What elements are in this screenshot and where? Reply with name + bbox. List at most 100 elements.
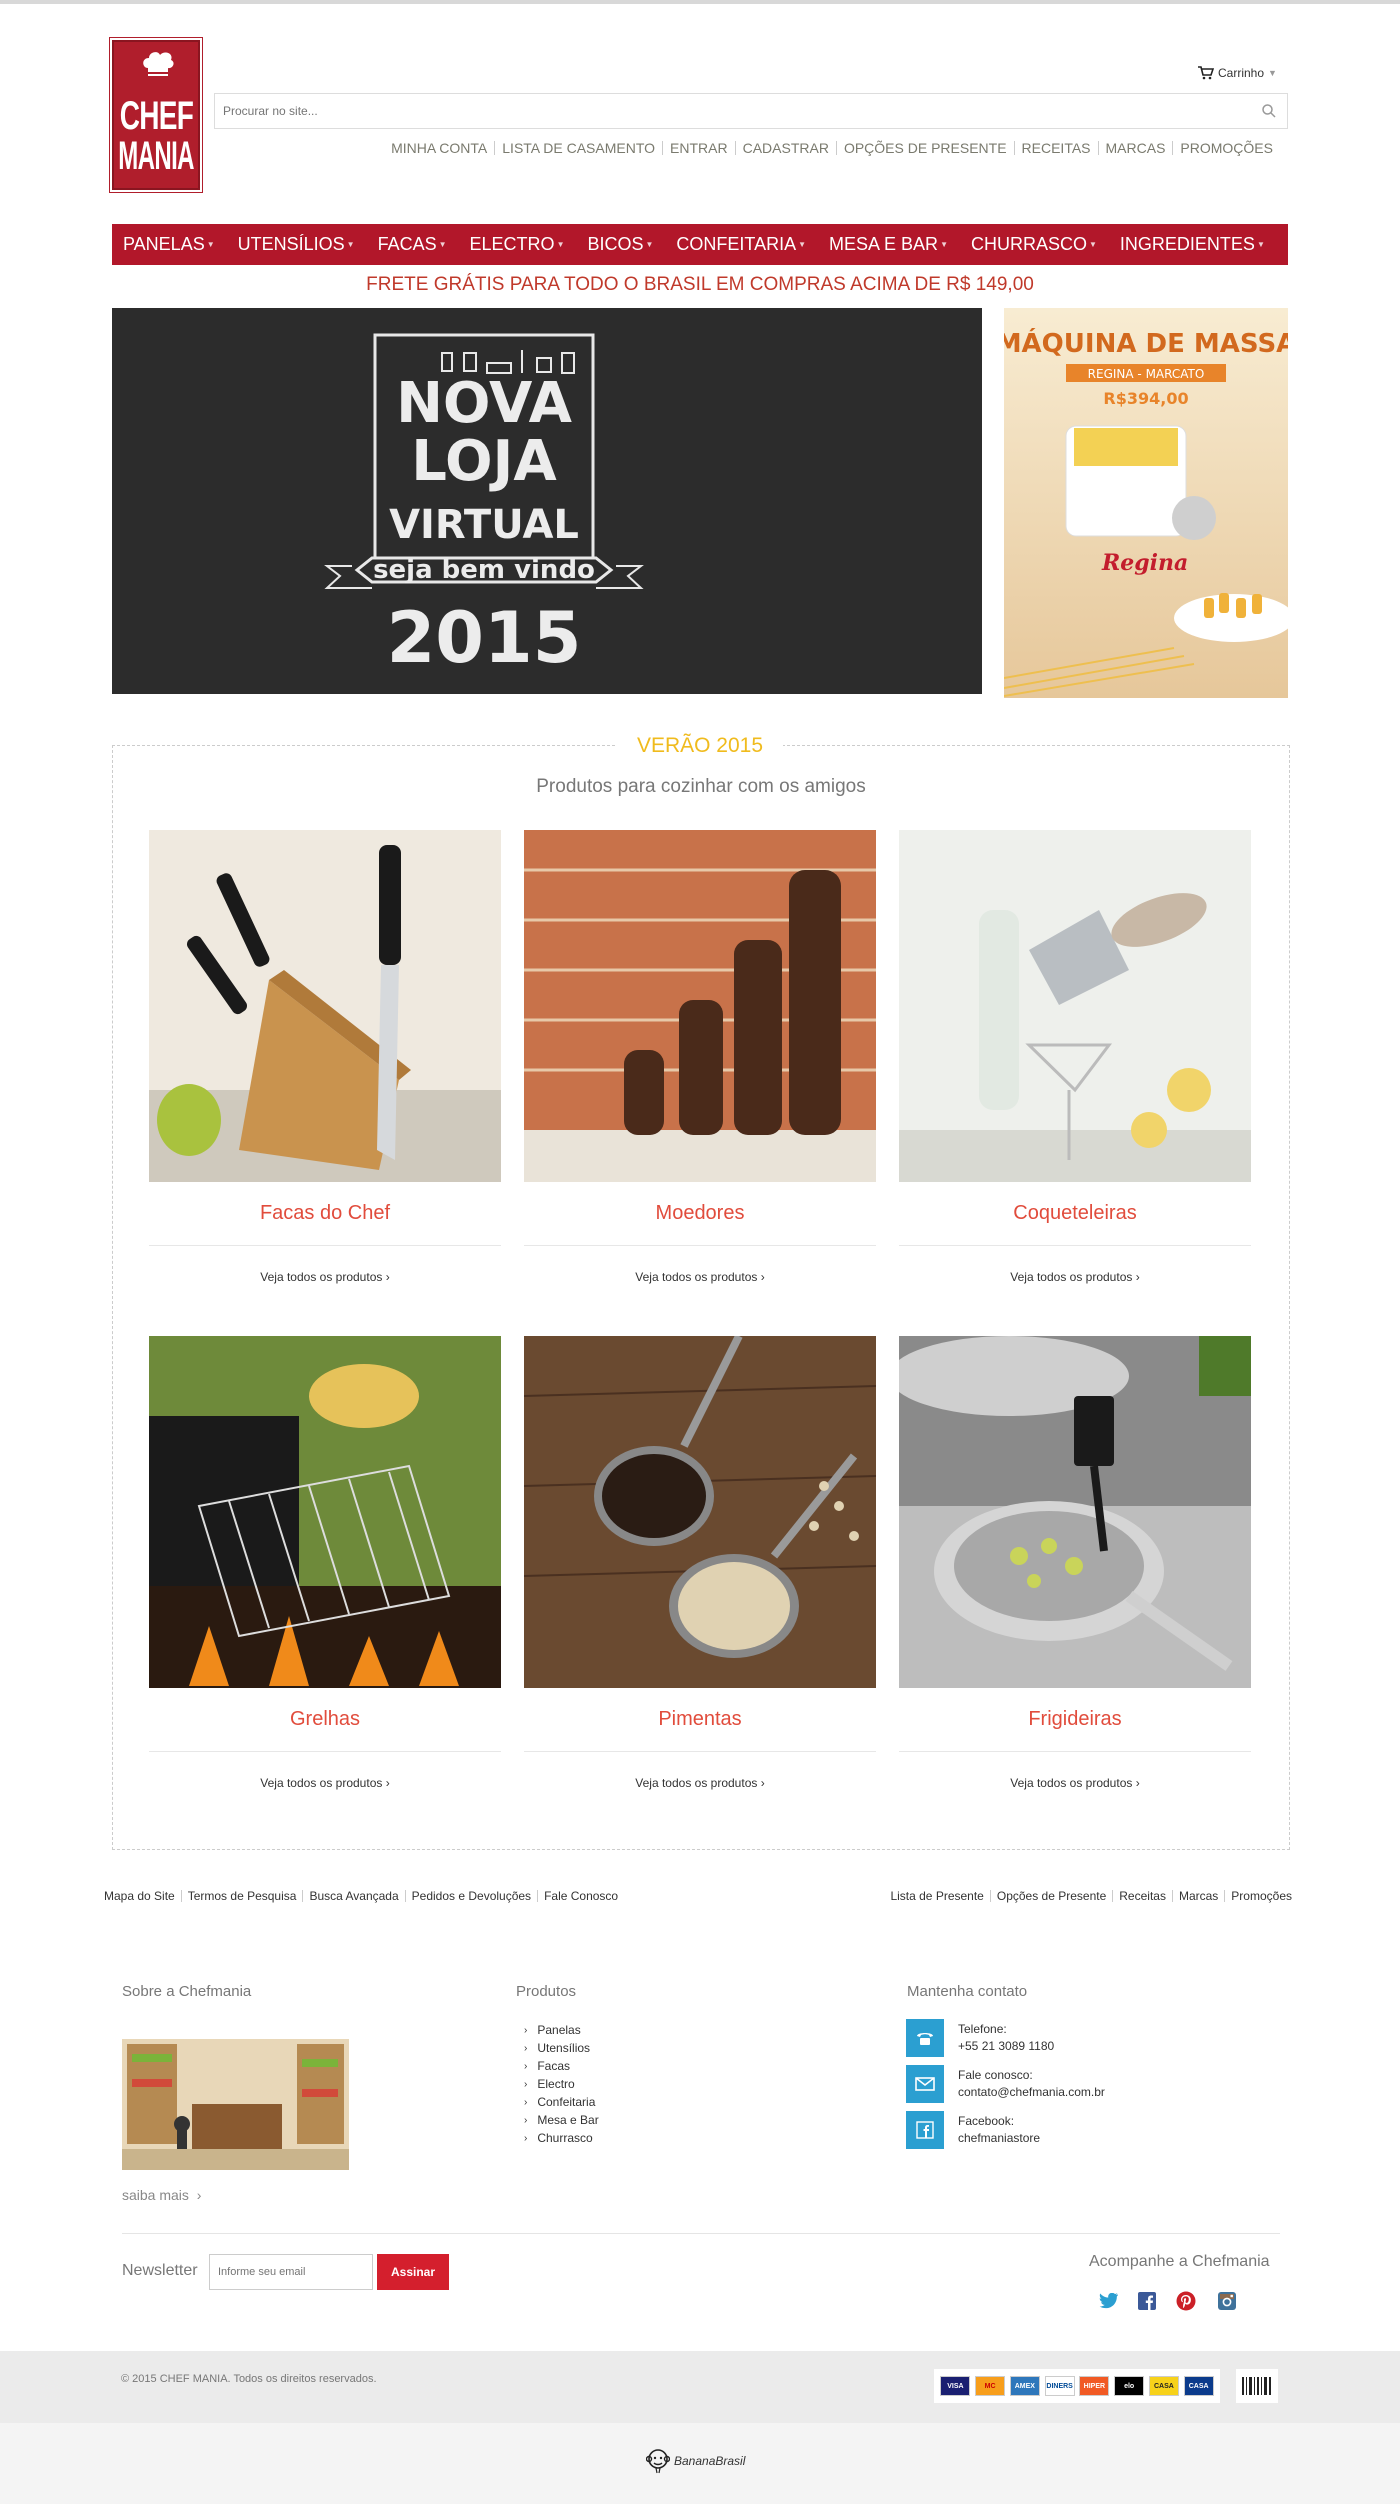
product-name[interactable]: Frigideiras <box>899 1708 1251 1752</box>
list-item[interactable]: › Confeitaria <box>522 2093 599 2111</box>
product-image-moedores[interactable] <box>524 830 876 1182</box>
footer-link-termos-pesquisa[interactable]: Termos de Pesquisa <box>180 1890 303 1902</box>
nav-label: BICOS <box>587 234 644 254</box>
twitter-icon[interactable] <box>1098 2290 1120 2312</box>
product-name[interactable]: Moedores <box>524 1202 876 1246</box>
facebook-icon[interactable] <box>1136 2290 1158 2312</box>
email-label: Fale conosco: <box>958 2068 1033 2082</box>
link-minha-conta[interactable]: MINHA CONTA <box>384 141 494 155</box>
chevron-right-icon: › <box>196 2187 202 2203</box>
see-all-link[interactable]: Veja todos os produtos › <box>899 1776 1251 1790</box>
cart-label: Carrinho <box>1218 66 1265 80</box>
nav-item-confeitaria[interactable]: CONFEITARIA ▼ <box>676 234 806 255</box>
footer-link-fale-conosco[interactable]: Fale Conosco <box>537 1890 624 1902</box>
banner-nova-loja[interactable]: NOVA LOJA VIRTUAL seja bem vindo 2015 <box>112 308 982 694</box>
list-item[interactable]: › Utensílios <box>522 2039 599 2057</box>
product-name[interactable]: Coqueteleiras <box>899 1202 1251 1246</box>
nav-item-electro[interactable]: ELECTRO ▼ <box>470 234 565 255</box>
product-name[interactable]: Grelhas <box>149 1708 501 1752</box>
link-promocoes[interactable]: PROMOÇÕES <box>1172 141 1280 155</box>
nav-item-facas[interactable]: FACAS ▼ <box>378 234 447 255</box>
footer-link-mapa-site[interactable]: Mapa do Site <box>98 1890 181 1902</box>
chevron-down-icon: ▼ <box>645 240 654 249</box>
list-item[interactable]: › Electro <box>522 2075 599 2093</box>
see-all-link[interactable]: Veja todos os produtos › <box>149 1270 501 1284</box>
chevron-down-icon: ▼ <box>206 240 215 249</box>
search-icon[interactable] <box>1261 103 1277 119</box>
nav-item-utensilios[interactable]: UTENSÍLIOS ▼ <box>238 234 355 255</box>
footer-link-promocoes[interactable]: Promoções <box>1224 1890 1298 1902</box>
store-photo <box>122 2019 349 2170</box>
link-entrar[interactable]: ENTRAR <box>662 141 735 155</box>
list-item[interactable]: › Mesa e Bar <box>522 2111 599 2129</box>
mastercard-icon: MC <box>975 2376 1006 2396</box>
product-image-coqueteleiras[interactable] <box>899 830 1251 1182</box>
payment-methods: VISA MC AMEX DINERS HIPER elo CASA CASA <box>934 2369 1220 2403</box>
nav-item-ingredientes[interactable]: INGREDIENTES ▼ <box>1120 234 1265 255</box>
search-input[interactable] <box>215 94 1235 128</box>
nav-label: UTENSÍLIOS <box>237 234 345 254</box>
list-item-label: Electro <box>537 2077 575 2091</box>
footer-link-marcas[interactable]: Marcas <box>1171 1890 1224 1902</box>
see-all-link[interactable]: Veja todos os produtos › <box>899 1270 1251 1284</box>
list-item[interactable]: › Panelas <box>522 2021 599 2039</box>
developer-credit[interactable]: BananaBrasil <box>646 2448 745 2474</box>
product-image-frigideiras[interactable] <box>899 1336 1251 1688</box>
banner-line-2: LOJA <box>411 429 557 494</box>
list-item[interactable]: › Facas <box>522 2057 599 2075</box>
product-image-grelhas[interactable] <box>149 1336 501 1688</box>
top-border <box>0 0 1400 4</box>
product-image-facas[interactable] <box>149 830 501 1182</box>
section-subtitle: Produtos para cozinhar com os amigos <box>536 776 866 797</box>
email-address[interactable]: contato@chefmania.com.br <box>958 2084 1105 2101</box>
see-all-link[interactable]: Veja todos os produtos › <box>524 1270 876 1284</box>
facebook-handle[interactable]: chefmaniastore <box>958 2130 1040 2147</box>
link-receitas[interactable]: RECEITAS <box>1013 141 1098 155</box>
pinterest-icon[interactable] <box>1175 2290 1197 2312</box>
banner-maquina-massa[interactable]: MÁQUINA DE MASSA REGINA - MARCATO R$394,… <box>1004 308 1288 698</box>
link-lista-casamento[interactable]: LISTA DE CASAMENTO <box>494 141 662 155</box>
footer-link-receitas[interactable]: Receitas <box>1112 1890 1172 1902</box>
contact-phone: Telefone: +55 21 3089 1180 <box>906 2019 1054 2057</box>
newsletter-email-input[interactable] <box>209 2254 373 2290</box>
link-marcas[interactable]: MARCAS <box>1097 141 1173 155</box>
chefmania-logo[interactable]: CHEF MANIA <box>109 37 203 193</box>
monkey-logo-icon <box>646 2449 670 2474</box>
product-card: Facas do Chef Veja todos os produtos › <box>149 830 501 1284</box>
chevron-down-icon: ▼ <box>1089 240 1097 249</box>
link-cadastrar[interactable]: CADASTRAR <box>734 141 836 155</box>
see-all-label: Veja todos os produtos <box>260 1776 383 1790</box>
side-banner-title: MÁQUINA DE MASSA <box>1004 327 1288 359</box>
diners-card-icon: DINERS <box>1044 2376 1075 2396</box>
nav-item-bicos[interactable]: BICOS ▼ <box>587 234 653 255</box>
free-shipping-notice: FRETE GRÁTIS PARA TODO O BRASIL EM COMPR… <box>366 274 1034 295</box>
cart-link[interactable]: Carrinho ▼ <box>1198 66 1277 80</box>
product-name[interactable]: Facas do Chef <box>149 1202 501 1246</box>
footer-link-busca-avancada[interactable]: Busca Avançada <box>302 1890 404 1902</box>
footer-link-lista-presente[interactable]: Lista de Presente <box>884 1890 989 1902</box>
side-banner-brand: Regina <box>1101 550 1188 576</box>
product-card: Grelhas Veja todos os produtos › <box>149 1336 501 1790</box>
product-name[interactable]: Pimentas <box>524 1708 876 1752</box>
elo-card-icon: elo <box>1114 2376 1145 2396</box>
see-all-link[interactable]: Veja todos os produtos › <box>524 1776 876 1790</box>
footer-link-opcoes-presente[interactable]: Opções de Presente <box>989 1890 1112 1902</box>
nav-item-churrasco[interactable]: CHURRASCO ▼ <box>971 234 1097 255</box>
footer-links-left: Mapa do Site Termos de Pesquisa Busca Av… <box>98 1890 624 1902</box>
nav-label: CONFEITARIA <box>676 234 797 254</box>
link-opcoes-presente[interactable]: OPÇÕES DE PRESENTE <box>835 141 1014 155</box>
list-item[interactable]: › Churrasco <box>522 2129 599 2147</box>
see-all-link[interactable]: Veja todos os produtos › <box>149 1776 501 1790</box>
subscribe-button[interactable]: Assinar <box>377 2254 449 2290</box>
nav-item-panelas[interactable]: PANELAS ▼ <box>123 234 215 255</box>
instagram-icon[interactable] <box>1216 2290 1238 2312</box>
chalkboard-illustration: NOVA LOJA VIRTUAL seja bem vindo 2015 <box>112 308 982 694</box>
about-more-link[interactable]: saiba mais › <box>122 2187 201 2203</box>
main-nav: PANELAS ▼ UTENSÍLIOS ▼ FACAS ▼ ELECTRO ▼ BIC… <box>112 224 1288 265</box>
footer-link-pedidos-devolucoes[interactable]: Pedidos e Devoluções <box>404 1890 537 1902</box>
product-image-pimentas[interactable] <box>524 1336 876 1688</box>
phone-number[interactable]: +55 21 3089 1180 <box>958 2038 1054 2055</box>
nav-item-mesa-e-bar[interactable]: MESA E BAR ▼ <box>829 234 948 255</box>
copyright-text: © 2015 CHEF MANIA. Todos os direitos res… <box>121 2373 377 2385</box>
casa-card-icon: CASA <box>1148 2376 1179 2396</box>
